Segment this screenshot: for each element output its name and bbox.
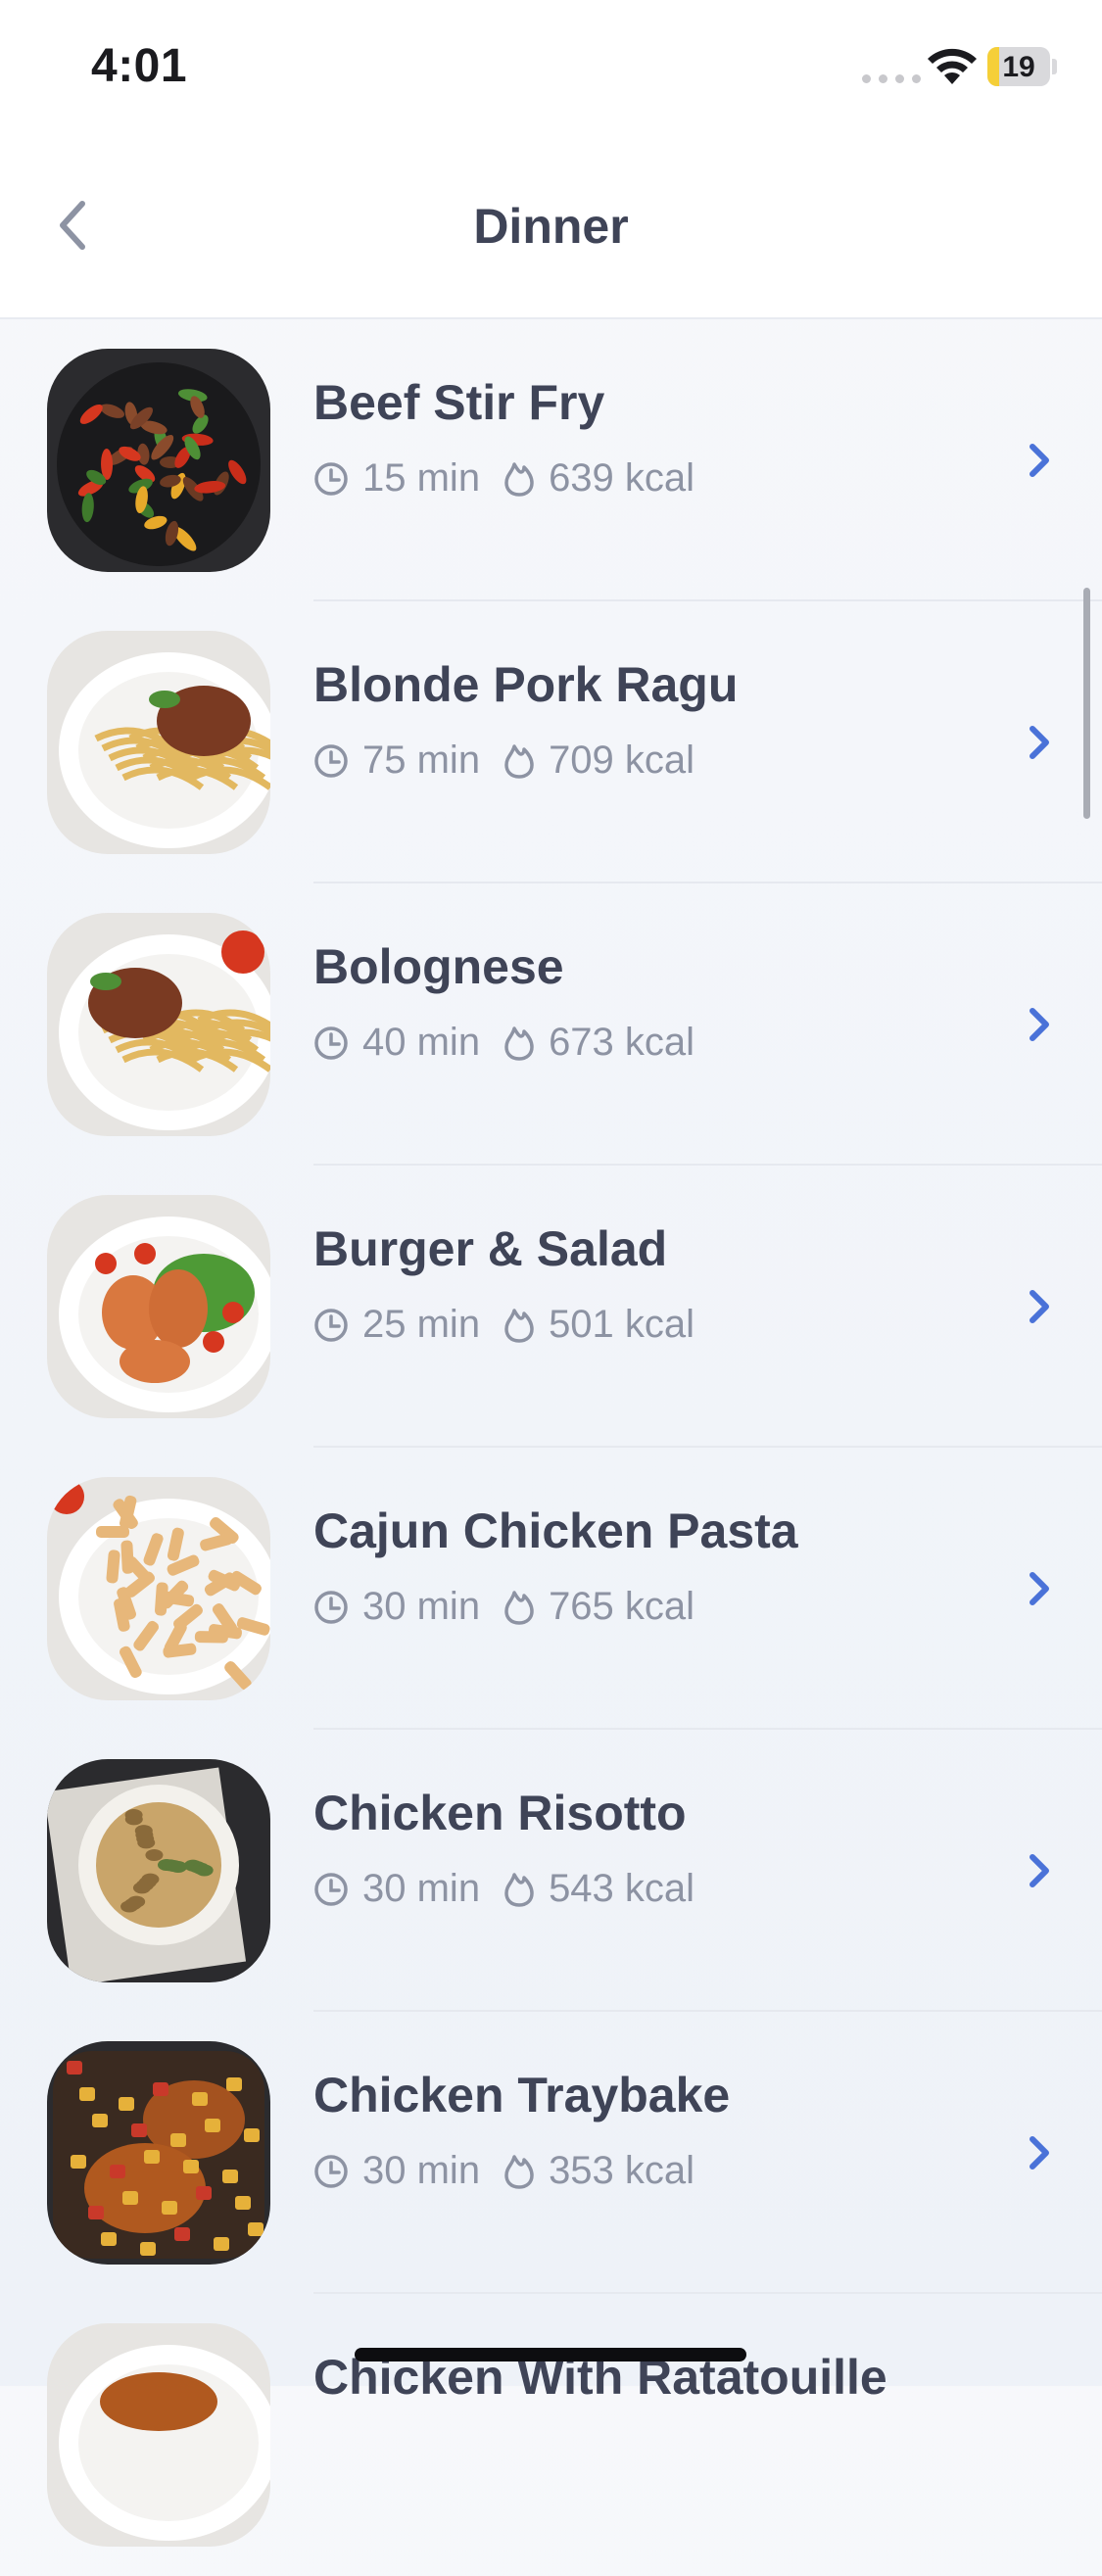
recipe-kcal: 353 kcal: [549, 2149, 695, 2192]
recipe-list: Beef Stir Fry 15 min 639 kcal Blonde Pork R…: [0, 319, 1102, 2576]
recipe-name: Beef Stir Fry: [313, 375, 605, 430]
recipe-meta: 25 min 501 kcal: [313, 1303, 695, 1347]
recipe-thumbnail: [47, 631, 270, 854]
recipe-row[interactable]: Burger & Salad 25 min 501 kcal: [0, 1164, 1102, 1448]
recipe-row[interactable]: Chicken Risotto 30 min 543 kcal: [0, 1728, 1102, 2012]
recipe-thumbnail: [47, 913, 270, 1136]
clock-icon: [314, 743, 348, 778]
home-indicator[interactable]: [355, 2348, 746, 2361]
recipe-time: 30 min: [362, 1867, 481, 1910]
recipe-name: Bolognese: [313, 939, 564, 994]
recipe-time: 25 min: [362, 1303, 481, 1346]
flame-icon: [504, 1872, 534, 1907]
recipe-meta: 15 min 639 kcal: [313, 456, 695, 501]
recipe-row[interactable]: Chicken With Ratatouille: [0, 2292, 1102, 2576]
flame-icon: [504, 461, 534, 497]
battery-icon: 19: [987, 47, 1050, 86]
chevron-right-icon: [1030, 444, 1049, 477]
recipe-time: 30 min: [362, 2149, 481, 2192]
flame-icon: [504, 1590, 534, 1625]
recipe-row[interactable]: Blonde Pork Ragu 75 min 709 kcal: [0, 599, 1102, 883]
recipe-row[interactable]: Chicken Traybake 30 min 353 kcal: [0, 2010, 1102, 2294]
recipe-time: 30 min: [362, 1585, 481, 1628]
chevron-right-icon: [1030, 1572, 1049, 1605]
clock-icon: [314, 461, 348, 496]
status-bar: 4:01 19: [0, 0, 1102, 127]
recipe-meta: 30 min 353 kcal: [313, 2149, 695, 2193]
scroll-indicator[interactable]: [1083, 588, 1090, 819]
recipe-kcal: 639 kcal: [549, 456, 695, 500]
clock-icon: [314, 1026, 348, 1060]
clock-icon: [314, 1308, 348, 1342]
recipe-time: 75 min: [362, 739, 481, 782]
clock-icon: [314, 1872, 348, 1906]
page-title: Dinner: [473, 199, 629, 254]
chevron-right-icon: [1030, 1854, 1049, 1887]
recipe-kcal: 673 kcal: [549, 1021, 695, 1064]
flame-icon: [504, 1308, 534, 1343]
wifi-icon: [928, 48, 977, 84]
status-time: 4:01: [91, 40, 188, 92]
recipe-meta: 75 min 709 kcal: [313, 739, 695, 783]
recipe-thumbnail: [47, 2041, 270, 2265]
recipe-meta: 30 min 765 kcal: [313, 1585, 695, 1629]
recipe-kcal: 765 kcal: [549, 1585, 695, 1628]
cellular-signal-icon: [862, 74, 921, 83]
recipe-thumbnail: [47, 1195, 270, 1418]
clock-icon: [314, 2154, 348, 2188]
recipe-meta: 40 min 673 kcal: [313, 1021, 695, 1065]
recipe-name: Chicken Traybake: [313, 2068, 731, 2123]
chevron-right-icon: [1030, 2136, 1049, 2170]
recipe-thumbnail: [47, 349, 270, 572]
battery-tip: [1052, 59, 1057, 74]
recipe-time: 15 min: [362, 456, 481, 500]
recipe-kcal: 709 kcal: [549, 739, 695, 782]
recipe-row[interactable]: Bolognese 40 min 673 kcal: [0, 882, 1102, 1166]
recipe-row[interactable]: Beef Stir Fry 15 min 639 kcal: [0, 319, 1102, 601]
recipe-name: Cajun Chicken Pasta: [313, 1503, 798, 1558]
flame-icon: [504, 743, 534, 779]
chevron-right-icon: [1030, 1290, 1049, 1323]
chevron-right-icon: [1030, 1008, 1049, 1041]
recipe-thumbnail: [47, 2323, 270, 2547]
flame-icon: [504, 2154, 534, 2189]
recipe-meta: 30 min 543 kcal: [313, 1867, 695, 1911]
recipe-thumbnail: [47, 1759, 270, 1982]
recipe-kcal: 501 kcal: [549, 1303, 695, 1346]
recipe-name: Burger & Salad: [313, 1221, 668, 1276]
recipe-kcal: 543 kcal: [549, 1867, 695, 1910]
battery-level: 19: [1002, 51, 1035, 83]
clock-icon: [314, 1590, 348, 1624]
recipe-row[interactable]: Cajun Chicken Pasta 30 min 765 kcal: [0, 1446, 1102, 1730]
recipe-name: Blonde Pork Ragu: [313, 657, 739, 712]
navigation-bar: Dinner: [0, 127, 1102, 319]
chevron-right-icon: [1030, 726, 1049, 759]
flame-icon: [504, 1026, 534, 1061]
recipe-time: 40 min: [362, 1021, 481, 1064]
recipe-thumbnail: [47, 1477, 270, 1700]
recipe-name: Chicken Risotto: [313, 1786, 687, 1840]
